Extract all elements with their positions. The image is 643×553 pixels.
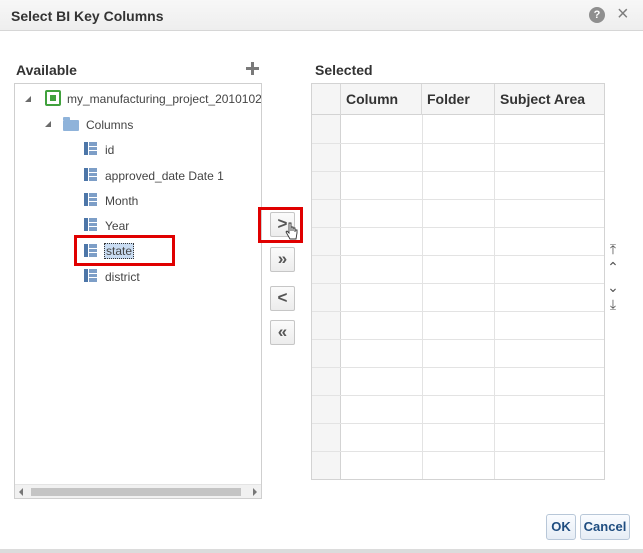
column-icon xyxy=(84,269,97,282)
select-bi-key-columns-dialog: Select BI Key Columns ? × Available my_m… xyxy=(0,0,643,553)
table-header: Column Folder Subject Area xyxy=(312,84,604,115)
dialog-titlebar: Select BI Key Columns ? × xyxy=(0,0,643,31)
selected-label: Selected xyxy=(315,62,373,78)
scroll-right-icon[interactable] xyxy=(253,488,257,496)
column-icon xyxy=(84,168,97,181)
grid-row-line xyxy=(312,255,604,256)
tree-horizontal-scrollbar[interactable] xyxy=(15,484,261,498)
tree-folder-node[interactable]: Columns xyxy=(86,118,133,132)
row-number-column xyxy=(312,115,341,479)
grid-col-line xyxy=(422,115,423,479)
grid-col-line xyxy=(494,115,495,479)
grid-row-line xyxy=(312,199,604,200)
available-label: Available xyxy=(16,62,77,78)
grid-row-line xyxy=(312,171,604,172)
column-icon xyxy=(84,193,97,206)
remove-button[interactable]: < xyxy=(270,286,295,311)
grid-row-line xyxy=(312,143,604,144)
collapse-folder-icon[interactable] xyxy=(45,121,51,127)
grid-row-line xyxy=(312,395,604,396)
collapse-project-icon[interactable] xyxy=(25,96,31,102)
move-bottom-icon[interactable]: ⤓ xyxy=(606,297,620,311)
ok-button[interactable]: OK xyxy=(546,514,576,540)
tree-column-approved-date[interactable]: approved_date Date 1 xyxy=(105,169,224,183)
close-icon[interactable]: × xyxy=(617,4,629,24)
subject-area-header[interactable]: Subject Area xyxy=(495,84,604,115)
scroll-left-icon[interactable] xyxy=(19,488,23,496)
folder-icon xyxy=(63,117,79,131)
grid-row-line xyxy=(312,367,604,368)
dialog-bottom-border xyxy=(0,549,643,553)
tree-column-id[interactable]: id xyxy=(105,143,114,157)
grid-row-line xyxy=(312,311,604,312)
scroll-thumb[interactable] xyxy=(31,488,241,496)
selected-columns-table[interactable]: Column Folder Subject Area xyxy=(311,83,605,480)
available-tree[interactable]: my_manufacturing_project_2010102 Columns… xyxy=(14,83,262,499)
tree-column-year[interactable]: Year xyxy=(105,219,129,233)
project-icon xyxy=(45,90,61,106)
add-icon[interactable] xyxy=(245,61,260,76)
grid-row-line xyxy=(312,227,604,228)
remove-all-button[interactable]: « xyxy=(270,320,295,345)
tree-column-month[interactable]: Month xyxy=(105,194,138,208)
move-top-icon[interactable]: ⤒ xyxy=(606,242,620,256)
help-icon[interactable]: ? xyxy=(589,7,605,23)
grid-row-line xyxy=(312,283,604,284)
tree-project-node[interactable]: my_manufacturing_project_2010102 xyxy=(67,92,261,106)
grid-row-line xyxy=(312,451,604,452)
folder-header[interactable]: Folder xyxy=(422,84,495,115)
move-up-icon[interactable]: ⌃ xyxy=(606,260,620,274)
column-icon xyxy=(84,142,97,155)
dialog-title: Select BI Key Columns xyxy=(11,8,164,24)
column-header[interactable]: Column xyxy=(341,84,422,115)
tree-column-district[interactable]: district xyxy=(105,270,140,284)
hand-cursor-icon xyxy=(285,222,298,240)
column-icon xyxy=(84,218,97,231)
grid-row-line xyxy=(312,339,604,340)
grid-row-line xyxy=(312,423,604,424)
move-all-button[interactable]: » xyxy=(270,247,295,272)
highlight-state-box xyxy=(74,235,175,266)
cancel-button[interactable]: Cancel xyxy=(580,514,630,540)
row-number-header xyxy=(312,84,341,115)
move-down-icon[interactable]: ⌄ xyxy=(606,280,620,294)
